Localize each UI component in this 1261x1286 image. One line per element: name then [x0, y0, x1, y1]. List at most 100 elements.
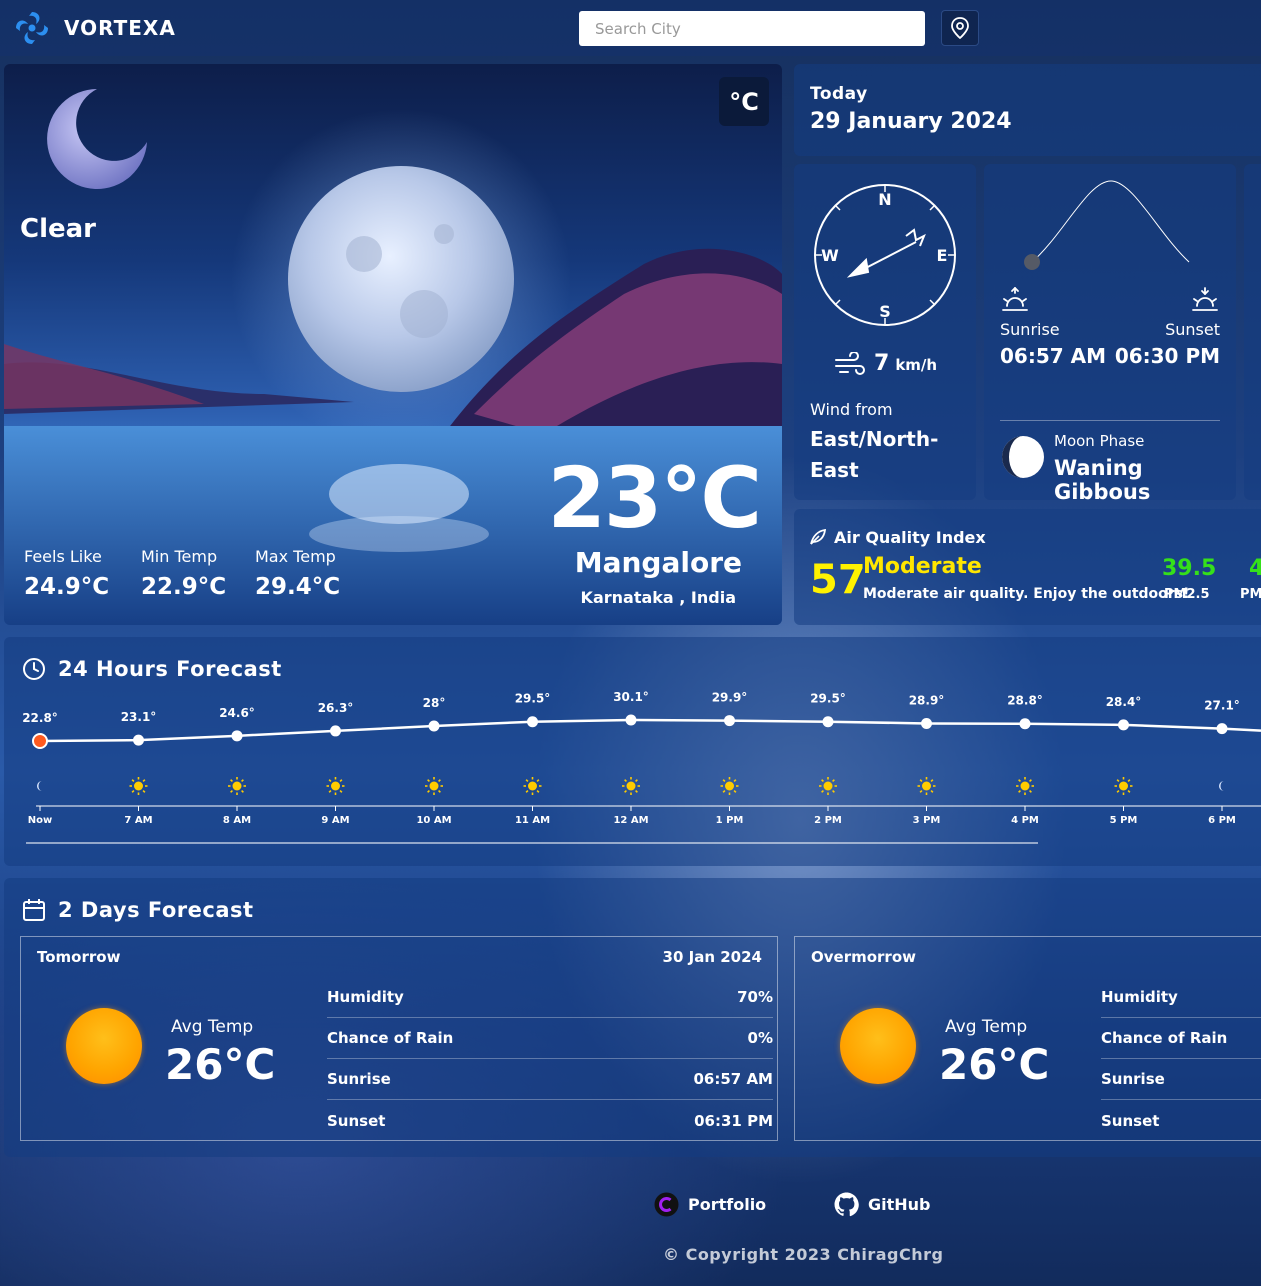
compass-n: N — [878, 190, 891, 209]
avg-temp-value: 26°C — [165, 1040, 276, 1089]
row-label: Chance of Rain — [1101, 1029, 1228, 1047]
row-value: 06:57 AM — [693, 1070, 773, 1088]
moon-phase-icon — [1002, 436, 1044, 478]
daily-title: 2 Days Forecast — [22, 898, 254, 922]
wind-speed-unit: km/h — [895, 356, 938, 374]
day-card-overmorrow: Overmorrow Avg Temp 26°C Humidity Chance… — [794, 936, 1261, 1141]
sunrise-label: Sunrise — [1000, 320, 1060, 339]
min-temp: Min Temp 22.9°C — [141, 547, 226, 600]
row-label: Humidity — [1101, 988, 1178, 1006]
sunset-label: Sunset — [1165, 320, 1220, 339]
today-label: Today — [810, 84, 868, 104]
temperature-line — [39, 718, 1261, 743]
aqi-level: Moderate — [863, 554, 982, 579]
min-temp-label: Min Temp — [141, 547, 218, 566]
crescent-moon-icon — [47, 89, 147, 189]
sun-moon-card: Sunrise 06:57 AM Sunset 06:30 PM Moon Ph… — [984, 164, 1236, 504]
row-value: 0% — [747, 1029, 773, 1047]
air-quality-card: Air Quality Index 57 Moderate Moderate a… — [794, 509, 1261, 625]
wind-icon — [835, 352, 865, 375]
portfolio-link[interactable]: Portfolio — [654, 1192, 766, 1217]
data-point — [625, 714, 637, 726]
wind-speed-value: 7 — [874, 351, 890, 376]
compass-icon: N S W E — [814, 184, 956, 326]
moon-phase-label: Moon Phase — [1054, 432, 1145, 450]
city-name: Mangalore — [574, 546, 742, 579]
data-label: 30.1° — [613, 690, 649, 704]
unit-toggle-button[interactable]: °C — [719, 77, 769, 126]
data-label: 28.9° — [909, 693, 945, 707]
humidity-row: Humidity — [1101, 977, 1261, 1018]
sunset-row: Sunset — [1101, 1100, 1261, 1141]
data-label: 23.1° — [121, 710, 157, 724]
avg-temp-label: Avg Temp — [945, 1017, 1028, 1037]
data-point — [330, 725, 341, 737]
leaf-icon — [810, 528, 827, 545]
daily-forecast-card: 2 Days Forecast Tomorrow 30 Jan 2024 Avg… — [4, 878, 1261, 1157]
github-icon — [834, 1192, 859, 1217]
search-input[interactable] — [579, 11, 925, 46]
data-label: 26.3° — [318, 701, 354, 715]
current-weather-card: °C Clear Feels Like 24.9°C Min Temp 22.9… — [4, 64, 782, 625]
aqi-title: Air Quality Index — [834, 528, 986, 547]
row-label: Humidity — [327, 988, 404, 1006]
location-button[interactable] — [941, 10, 979, 46]
x-tick-label: 5 PM — [1110, 815, 1138, 826]
humidity-row: Humidity 70% — [327, 977, 773, 1018]
today-date: 29 January 2024 — [810, 109, 1012, 134]
min-temp-value: 22.9°C — [141, 574, 227, 600]
sunset-time: 06:30 PM — [1114, 344, 1220, 368]
data-label: 28.4° — [1106, 695, 1142, 709]
compass-w: W — [821, 246, 839, 265]
moon-icon — [37, 781, 42, 791]
location-pin-icon — [951, 17, 969, 39]
partial-card — [1244, 164, 1261, 500]
sunrise-row: Sunrise 06:57 AM — [327, 1059, 773, 1100]
github-label: GitHub — [868, 1195, 931, 1214]
row-label: Chance of Rain — [327, 1029, 454, 1047]
github-link[interactable]: GitHub — [834, 1192, 931, 1217]
max-temp-label: Max Temp — [255, 547, 336, 566]
sun-icon — [819, 777, 837, 795]
hourly-forecast-card: 24 Hours Forecast 22.8° Now 23.1° 7 AM 24.6°… — [4, 637, 1261, 866]
row-label: Sunset — [327, 1111, 386, 1130]
sun-icon — [622, 777, 640, 795]
feels-like-value: 24.9°C — [24, 574, 110, 600]
wind-card: N S W E 7 km/h Wind from East/North-East — [794, 164, 976, 500]
aqi-value: 57 — [810, 557, 866, 603]
sun-icon — [917, 777, 936, 795]
wind-from-value: East/North-East — [810, 427, 939, 482]
data-point — [822, 716, 834, 728]
sun-icon — [1114, 777, 1133, 795]
row-value: 70% — [737, 988, 773, 1006]
sun-icon — [228, 777, 246, 795]
x-tick-label: 1 PM — [716, 815, 744, 826]
calendar-icon — [23, 899, 45, 921]
x-tick-label: 4 PM — [1011, 815, 1039, 826]
pm25-label: PM2.5 — [1164, 587, 1210, 602]
data-point — [724, 715, 735, 727]
data-point — [428, 720, 440, 732]
rain-row: Chance of Rain 0% — [327, 1018, 773, 1059]
brand[interactable]: VORTEXA — [12, 8, 176, 48]
data-label: 24.6° — [219, 706, 255, 720]
feels-like-label: Feels Like — [24, 547, 102, 566]
day-card-tomorrow: Tomorrow 30 Jan 2024 Avg Temp 26°C Humid… — [20, 936, 778, 1141]
data-label: 22.8° — [22, 711, 58, 725]
x-tick-label: 10 AM — [416, 815, 451, 826]
rain-row: Chance of Rain — [1101, 1018, 1261, 1059]
data-point — [527, 716, 538, 728]
data-label: 27.1° — [1204, 699, 1240, 713]
copyright: © Copyright 2023 ChiragChrg — [663, 1245, 944, 1264]
sunrise-icon — [1002, 287, 1028, 311]
data-point — [921, 717, 932, 729]
row-label: Sunset — [1101, 1111, 1160, 1130]
x-tick-label: 2 PM — [814, 815, 842, 826]
x-tick-label: 9 AM — [321, 815, 349, 826]
data-label: 29.5° — [810, 692, 846, 706]
day-date: 30 Jan 2024 — [662, 948, 762, 966]
data-point — [1019, 718, 1031, 730]
brand-name: VORTEXA — [64, 16, 176, 40]
portfolio-label: Portfolio — [688, 1195, 767, 1214]
sun-path-curve — [1024, 180, 1190, 270]
